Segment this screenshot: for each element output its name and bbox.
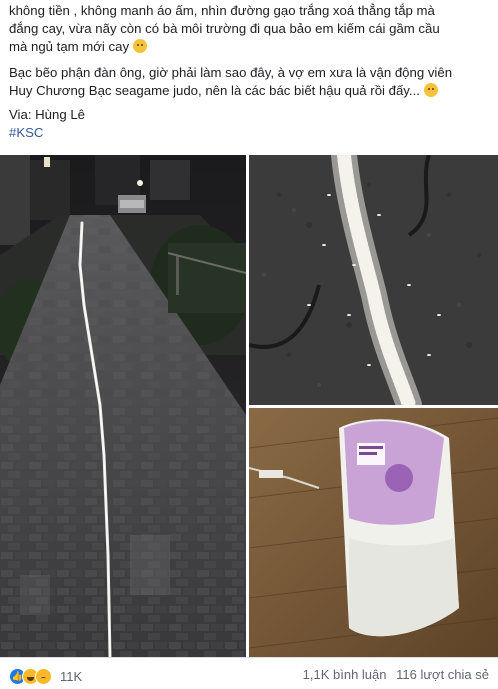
- post-line-2: đắng cay, vừa nãy còn có bà môi trường đ…: [9, 21, 440, 36]
- sad-icon: [35, 667, 52, 685]
- post-stats: 1,1K bình luận 116 lượt chia sẻ: [297, 667, 489, 682]
- hashtag-link[interactable]: #KSC: [9, 124, 491, 142]
- reaction-summary[interactable]: 👍 11K: [9, 667, 82, 685]
- photo-grid: [0, 155, 498, 657]
- rice-on-asphalt-photo[interactable]: [249, 155, 498, 405]
- sad-emoji-icon: [423, 83, 438, 97]
- shares-count[interactable]: 116 lượt chia sẻ: [396, 667, 489, 682]
- post-line-1: không tiền , không manh áo ấm, nhìn đườn…: [9, 3, 435, 18]
- rice-bag-photo[interactable]: [249, 408, 498, 657]
- post-line-5: Huy Chương Bạc seagame judo, nên là các …: [9, 82, 491, 100]
- sidewalk-rice-photo[interactable]: [0, 155, 246, 657]
- reaction-count[interactable]: 11K: [60, 669, 82, 684]
- post-line-4: Bạc bẽo phận đàn ông, giờ phải làm sao đ…: [9, 65, 453, 80]
- comments-count[interactable]: 1,1K bình luận: [303, 667, 387, 682]
- post-line-3: mà ngủ tạm mới cay: [9, 38, 491, 56]
- post-text: không tiền , không manh áo ấm, nhìn đườn…: [9, 2, 491, 142]
- disappointed-emoji-icon: [132, 39, 147, 53]
- post-footer: 👍 11K 1,1K bình luận 116 lượt chia sẻ: [0, 657, 498, 689]
- post-via: Via: Hùng Lê: [9, 107, 86, 122]
